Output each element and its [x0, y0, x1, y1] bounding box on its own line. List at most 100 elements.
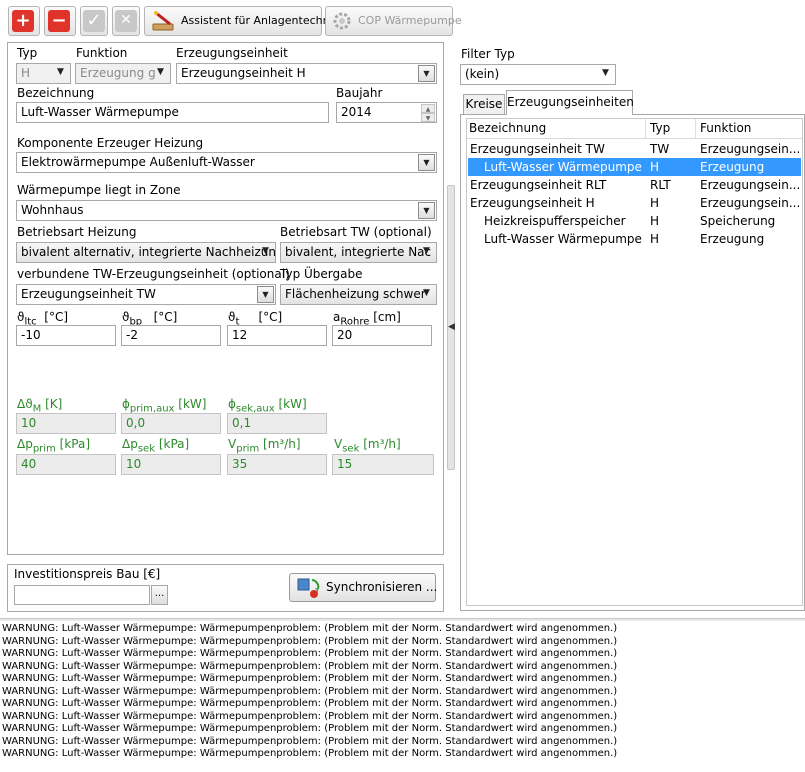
assistant-label: Assistent für Anlagentechnik	[181, 14, 340, 27]
table-row[interactable]: Erzeugungseinheit H H Erzeugungsein...	[468, 194, 801, 212]
erzeugungseinheit-select[interactable]: Erzeugungseinheit H ▼	[176, 63, 437, 84]
baujahr-label: Baujahr	[336, 86, 383, 100]
row-name: Erzeugungseinheit TW	[470, 142, 605, 156]
row-funktion: Erzeugungsein...	[700, 142, 801, 156]
v-prim-value: 35	[227, 454, 327, 475]
plus-icon: +	[12, 10, 34, 32]
cancel-button[interactable]: ✕	[112, 6, 140, 36]
invest-label: Investitionspreis Bau [€]	[14, 567, 161, 581]
invest-browse-button[interactable]: ...	[151, 585, 168, 605]
tab-erzeugungseinheiten[interactable]: Erzeugungseinheiten	[506, 90, 634, 115]
filter-select[interactable]: (kein) ▼	[460, 64, 616, 85]
col-typ[interactable]: Typ	[650, 119, 670, 138]
cross-icon: ✕	[115, 10, 137, 32]
table-header: Bezeichnung Typ Funktion	[467, 119, 802, 139]
rohre-input[interactable]: 20	[332, 325, 432, 346]
spin-up-icon[interactable]: ▲	[421, 104, 435, 113]
spin-down-icon[interactable]: ▼	[421, 113, 435, 122]
typ-uebergabe-select[interactable]: Flächenheizung schwer ▼	[280, 284, 437, 305]
chevron-down-icon: ▼	[418, 65, 435, 82]
sync-button[interactable]: Synchronisieren ...	[289, 573, 437, 602]
assistant-button[interactable]: Assistent für Anlagentechnik	[144, 6, 339, 36]
sync-icon	[297, 578, 320, 598]
table-row[interactable]: Heizkreispufferspeicher H Speicherung	[468, 212, 801, 230]
dtm-value: 10	[16, 413, 116, 434]
typ-uebergabe-label: Typ Übergabe	[280, 267, 363, 281]
chevron-down-icon: ▼	[262, 246, 269, 256]
bezeichnung-input[interactable]: Luft-Wasser Wärmepumpe	[16, 102, 329, 123]
ltc-input[interactable]: -10	[16, 325, 116, 346]
bezeichnung-label: Bezeichnung	[17, 86, 95, 100]
row-funktion: Speicherung	[700, 214, 776, 228]
komponente-label: Komponente Erzeuger Heizung	[17, 136, 204, 150]
row-name: Erzeugungseinheit H	[470, 196, 595, 210]
remove-button[interactable]: −	[44, 6, 76, 36]
result-label-dtm: ΔϑM [K]	[17, 397, 63, 415]
cop-label: COP Wärmepumpe	[358, 14, 462, 27]
col-bezeichnung[interactable]: Bezeichnung	[469, 119, 546, 138]
row-funktion: Erzeugung	[700, 160, 765, 174]
minus-icon: −	[48, 10, 70, 32]
col-funktion[interactable]: Funktion	[700, 119, 751, 138]
units-tab-panel: Bezeichnung Typ Funktion Erzeugungseinhe…	[460, 114, 805, 611]
warning-line: WARNUNG: Luft-Wasser Wärmepumpe: Wärmepu…	[2, 635, 618, 647]
warning-line: WARNUNG: Luft-Wasser Wärmepumpe: Wärmepu…	[2, 710, 618, 722]
zone-label: Wärmepumpe liegt in Zone	[17, 183, 181, 197]
dp-sek-value: 10	[121, 454, 221, 475]
chevron-down-icon: ▼	[57, 67, 64, 77]
chevron-down-icon: ▼	[602, 68, 609, 78]
row-funktion: Erzeugungsein...	[700, 196, 801, 210]
result-label-prim-aux: ϕprim,aux [kW]	[122, 397, 207, 415]
row-name: Luft-Wasser Wärmepumpe	[484, 160, 642, 174]
row-name: Luft-Wasser Wärmepumpe	[484, 232, 642, 246]
dp-prim-value: 40	[16, 454, 116, 475]
tool-wand-icon	[152, 11, 174, 31]
zone-select[interactable]: Wohnhaus ▼	[16, 200, 437, 221]
result-label-v-sek: Vsek [m³/h]	[334, 437, 401, 455]
chevron-down-icon: ▼	[418, 202, 435, 219]
funktion-label: Funktion	[76, 46, 128, 60]
table-row[interactable]: Luft-Wasser Wärmepumpe H Erzeugung	[468, 158, 801, 176]
result-label-sek-aux: ϕsek,aux [kW]	[228, 397, 307, 415]
warning-line: WARNUNG: Luft-Wasser Wärmepumpe: Wärmepu…	[2, 748, 618, 759]
komponente-select[interactable]: Elektrowärmepumpe Außenluft-Wasser ▼	[16, 152, 437, 173]
table-row[interactable]: Erzeugungseinheit RLT RLT Erzeugungsein...	[468, 176, 801, 194]
funktion-select[interactable]: Erzeugung g ▼	[75, 63, 171, 84]
result-label-v-prim: Vprim [m³/h]	[228, 437, 301, 455]
betriebsart-tw-select[interactable]: bivalent, integrierte Nac ▼	[280, 242, 437, 263]
erzeugungseinheit-label: Erzeugungseinheit	[176, 46, 288, 60]
warning-line: WARNUNG: Luft-Wasser Wärmepumpe: Wärmepu…	[2, 685, 618, 697]
bp-input[interactable]: -2	[121, 325, 221, 346]
table-row[interactable]: Erzeugungseinheit TW TW Erzeugungsein...	[468, 140, 801, 158]
table-row[interactable]: Luft-Wasser Wärmepumpe H Erzeugung	[468, 230, 801, 248]
row-typ: H	[650, 232, 660, 246]
gear-icon	[333, 12, 351, 30]
verbundene-select[interactable]: Erzeugungseinheit TW ▼	[16, 284, 276, 305]
row-typ: TW	[650, 142, 670, 156]
baujahr-spinner[interactable]: 2014 ▲ ▼	[336, 102, 437, 123]
chevron-down-icon: ▼	[418, 154, 435, 171]
betriebsart-tw-label: Betriebsart TW (optional)	[280, 225, 432, 239]
typ-label: Typ	[17, 46, 38, 60]
warning-line: WARNUNG: Luft-Wasser Wärmepumpe: Wärmepu…	[2, 623, 618, 634]
betriebsart-heizung-select[interactable]: bivalent alternativ, integrierte Nachhei…	[16, 242, 276, 263]
splitter-arrow-icon[interactable]: ◀	[448, 322, 455, 332]
result-label-dp-sek: Δpsek [kPa]	[122, 437, 190, 455]
t-input[interactable]: 12	[227, 325, 327, 346]
invest-input[interactable]	[14, 585, 150, 605]
add-button[interactable]: +	[8, 6, 40, 36]
typ-select[interactable]: H ▼	[16, 63, 71, 84]
prim-aux-value: 0,0	[121, 413, 221, 434]
warning-line: WARNUNG: Luft-Wasser Wärmepumpe: Wärmepu…	[2, 735, 618, 747]
check-icon: ✓	[83, 10, 105, 32]
warning-line: WARNUNG: Luft-Wasser Wärmepumpe: Wärmepu…	[2, 660, 618, 672]
warning-line: WARNUNG: Luft-Wasser Wärmepumpe: Wärmepu…	[2, 723, 618, 734]
cop-button[interactable]: COP Wärmepumpe	[325, 6, 462, 36]
confirm-button[interactable]: ✓	[80, 6, 108, 36]
filter-label: Filter Typ	[461, 47, 515, 61]
tab-kreise[interactable]: Kreise	[463, 94, 505, 114]
row-name: Erzeugungseinheit RLT	[470, 178, 607, 192]
verbundene-label: verbundene TW-Erzeugungseinheit (optiona…	[17, 267, 290, 281]
warning-line: WARNUNG: Luft-Wasser Wärmepumpe: Wärmepu…	[2, 648, 618, 659]
row-typ: H	[650, 160, 660, 174]
